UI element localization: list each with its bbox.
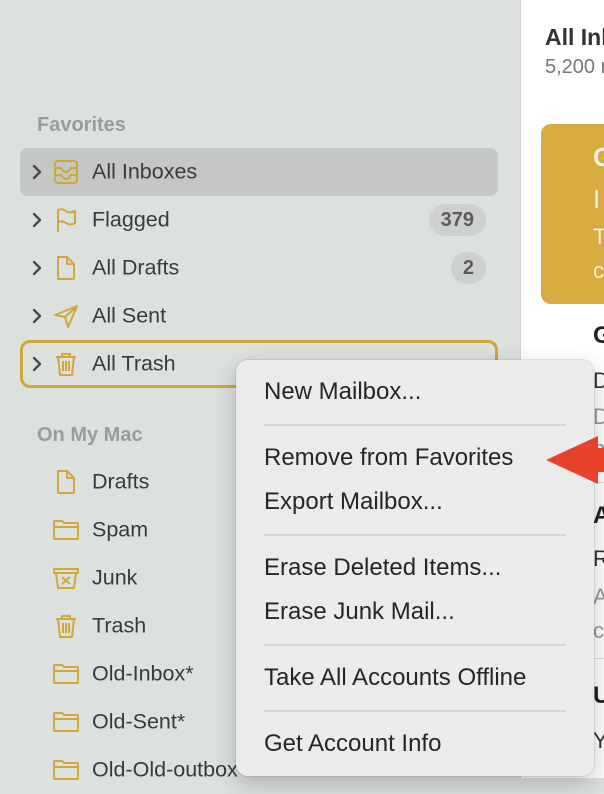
menu-separator xyxy=(264,710,566,712)
mailbox-title: All Inboxes xyxy=(545,24,604,50)
sidebar-item-all-drafts[interactable]: All Drafts 2 xyxy=(20,244,498,292)
message-subject: D xyxy=(593,368,604,394)
document-icon xyxy=(57,256,75,280)
annotation-arrow-icon xyxy=(546,436,604,484)
chevron-right-icon[interactable] xyxy=(30,162,44,182)
sidebar-item-label: Spam xyxy=(92,517,149,542)
sidebar-item-label: Old-Sent* xyxy=(92,709,186,734)
menu-item-remove-from-favorites[interactable]: Remove from Favorites xyxy=(264,444,513,472)
selected-message-card[interactable]: G I T c xyxy=(541,124,604,304)
menu-separator xyxy=(264,644,566,646)
unread-count-badge: 2 xyxy=(450,252,486,284)
menu-item-erase-junk-mail[interactable]: Erase Junk Mail... xyxy=(264,598,455,626)
trash-icon xyxy=(56,353,76,376)
message-preview: A xyxy=(593,584,604,610)
sidebar-item-label: Old-Inbox* xyxy=(92,661,194,686)
junk-bin-icon xyxy=(53,568,79,589)
chevron-right-icon[interactable] xyxy=(30,306,44,326)
sidebar-item-label: Trash xyxy=(92,613,147,638)
card-line: I xyxy=(593,184,601,214)
message-preview: D xyxy=(593,404,604,430)
context-menu: New Mailbox... Remove from Favorites Exp… xyxy=(236,360,594,776)
unread-count-badge: 379 xyxy=(428,204,486,236)
message-subject: R xyxy=(593,546,604,572)
sidebar-item-label: Junk xyxy=(92,565,138,590)
chevron-right-icon[interactable] xyxy=(30,258,44,278)
menu-item-take-all-accounts-offline[interactable]: Take All Accounts Offline xyxy=(264,664,526,692)
menu-item-new-mailbox[interactable]: New Mailbox... xyxy=(264,378,421,406)
paper-plane-icon xyxy=(54,305,78,328)
card-line: G xyxy=(593,142,604,173)
sidebar-item-all-inboxes[interactable]: All Inboxes xyxy=(20,148,498,196)
folder-icon xyxy=(53,760,79,780)
sidebar-item-label: All Inboxes xyxy=(92,159,198,184)
menu-separator xyxy=(264,424,566,426)
document-icon xyxy=(57,470,75,494)
flag-icon xyxy=(57,208,76,232)
menu-item-get-account-info[interactable]: Get Account Info xyxy=(264,730,441,758)
inbox-tray-icon xyxy=(54,160,78,184)
message-sender[interactable]: G xyxy=(593,322,604,350)
trash-icon xyxy=(56,615,76,638)
message-subject: Y xyxy=(593,728,604,754)
menu-item-export-mailbox[interactable]: Export Mailbox... xyxy=(264,488,443,516)
sidebar-item-label: Drafts xyxy=(92,469,150,494)
folder-icon xyxy=(53,664,79,684)
message-sender[interactable]: U xyxy=(593,682,604,710)
sidebar-item-label: Flagged xyxy=(92,207,170,232)
sidebar-item-label: All Sent xyxy=(92,303,167,328)
favorites-section-title: Favorites xyxy=(37,114,126,136)
message-count: 5,200 messages xyxy=(545,56,604,78)
chevron-right-icon[interactable] xyxy=(30,210,44,230)
card-line: T xyxy=(593,224,604,250)
folder-icon xyxy=(53,712,79,732)
sidebar-item-label: All Drafts xyxy=(92,255,180,280)
sidebar-item-all-sent[interactable]: All Sent xyxy=(20,292,498,340)
sidebar-item-label: All Trash xyxy=(92,351,176,376)
chevron-right-icon[interactable] xyxy=(30,354,44,374)
card-line: c xyxy=(593,258,604,283)
message-preview: c xyxy=(593,618,604,643)
folder-icon xyxy=(53,520,79,540)
menu-separator xyxy=(264,534,566,536)
on-my-mac-section-title: On My Mac xyxy=(37,424,143,446)
menu-item-erase-deleted-items[interactable]: Erase Deleted Items... xyxy=(264,554,501,582)
sidebar-item-label: Old-Old-outbox xyxy=(92,757,238,782)
sidebar-item-flagged[interactable]: Flagged 379 xyxy=(20,196,498,244)
message-sender[interactable]: A xyxy=(593,502,604,530)
message-divider xyxy=(593,658,604,659)
